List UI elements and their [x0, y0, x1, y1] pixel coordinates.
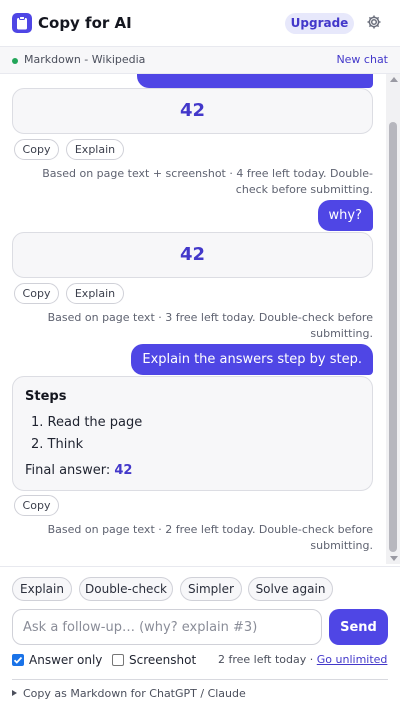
chat-history[interactable]: 42 Copy Explain Based on page text + scr… — [0, 74, 385, 564]
explain-button[interactable]: Explain — [66, 283, 124, 304]
screenshot-checkbox[interactable] — [112, 654, 124, 666]
clipboard-icon — [12, 13, 32, 33]
header: Copy for AI Upgrade — [0, 0, 400, 47]
copy-button[interactable]: Copy — [14, 139, 59, 160]
user-message: Explain the answers step by step. — [131, 344, 373, 375]
final-answer: Final answer: 42 — [25, 463, 132, 478]
answer-only-label[interactable]: Answer only — [29, 653, 102, 667]
app-title: Copy for AI — [38, 14, 132, 32]
answer-value: 42 — [179, 100, 206, 121]
chip-solve-again[interactable]: Solve again — [248, 577, 333, 601]
step-item: 1. Read the page — [31, 415, 143, 430]
user-message: why? — [317, 200, 373, 231]
chat-scrollbar[interactable] — [386, 74, 400, 564]
answer-card: 42 — [12, 88, 373, 134]
step-item: 2. Think — [31, 437, 84, 452]
copy-button[interactable]: Copy — [14, 495, 59, 516]
chip-explain[interactable]: Explain — [12, 577, 72, 601]
user-message-previous — [137, 74, 373, 88]
answer-only-checkbox[interactable] — [12, 654, 24, 666]
quota-text: 2 free left today · — [218, 653, 317, 666]
answer-value: 42 — [179, 244, 206, 265]
go-unlimited-link[interactable]: Go unlimited — [317, 653, 388, 666]
follow-up-input[interactable] — [12, 609, 322, 645]
screenshot-label[interactable]: Screenshot — [129, 653, 196, 667]
steps-answer-card: Steps 1. Read the page 2. Think Final an… — [12, 376, 373, 491]
final-answer-label: Final answer: — [25, 463, 115, 478]
page-context-bar: Markdown - Wikipedia New chat — [0, 47, 400, 74]
explain-button[interactable]: Explain — [66, 139, 124, 160]
scroll-down-icon[interactable] — [390, 556, 398, 561]
new-chat-link[interactable]: New chat — [336, 53, 388, 67]
scrollbar-thumb[interactable] — [389, 122, 397, 552]
chip-double-check[interactable]: Double-check — [79, 577, 173, 601]
page-name: Markdown - Wikipedia — [24, 53, 146, 66]
composer: Explain Double-check Simpler Solve again… — [0, 566, 400, 720]
copy-markdown-toggle[interactable]: Copy as Markdown for ChatGPT / Claude — [12, 687, 246, 701]
steps-title: Steps — [25, 389, 67, 404]
quota-info: 2 free left today · Go unlimited — [218, 653, 387, 667]
upgrade-button[interactable]: Upgrade — [285, 13, 354, 34]
answer-meta: Based on page text · 3 free left today. … — [47, 311, 373, 340]
answer-meta: Based on page text · 2 free left today. … — [47, 523, 373, 552]
copy-button[interactable]: Copy — [14, 283, 59, 304]
disclosure-triangle-icon — [12, 690, 17, 696]
chip-simpler[interactable]: Simpler — [180, 577, 242, 601]
answer-meta: Based on page text + screenshot · 4 free… — [42, 167, 373, 196]
answer-card: 42 — [12, 232, 373, 278]
final-answer-value: 42 — [114, 463, 133, 478]
gear-icon[interactable] — [366, 14, 382, 30]
copy-markdown-label: Copy as Markdown for ChatGPT / Claude — [23, 687, 246, 700]
status-dot — [12, 58, 18, 64]
send-button[interactable]: Send — [329, 609, 388, 645]
divider — [12, 679, 388, 680]
scroll-up-icon[interactable] — [390, 77, 398, 82]
